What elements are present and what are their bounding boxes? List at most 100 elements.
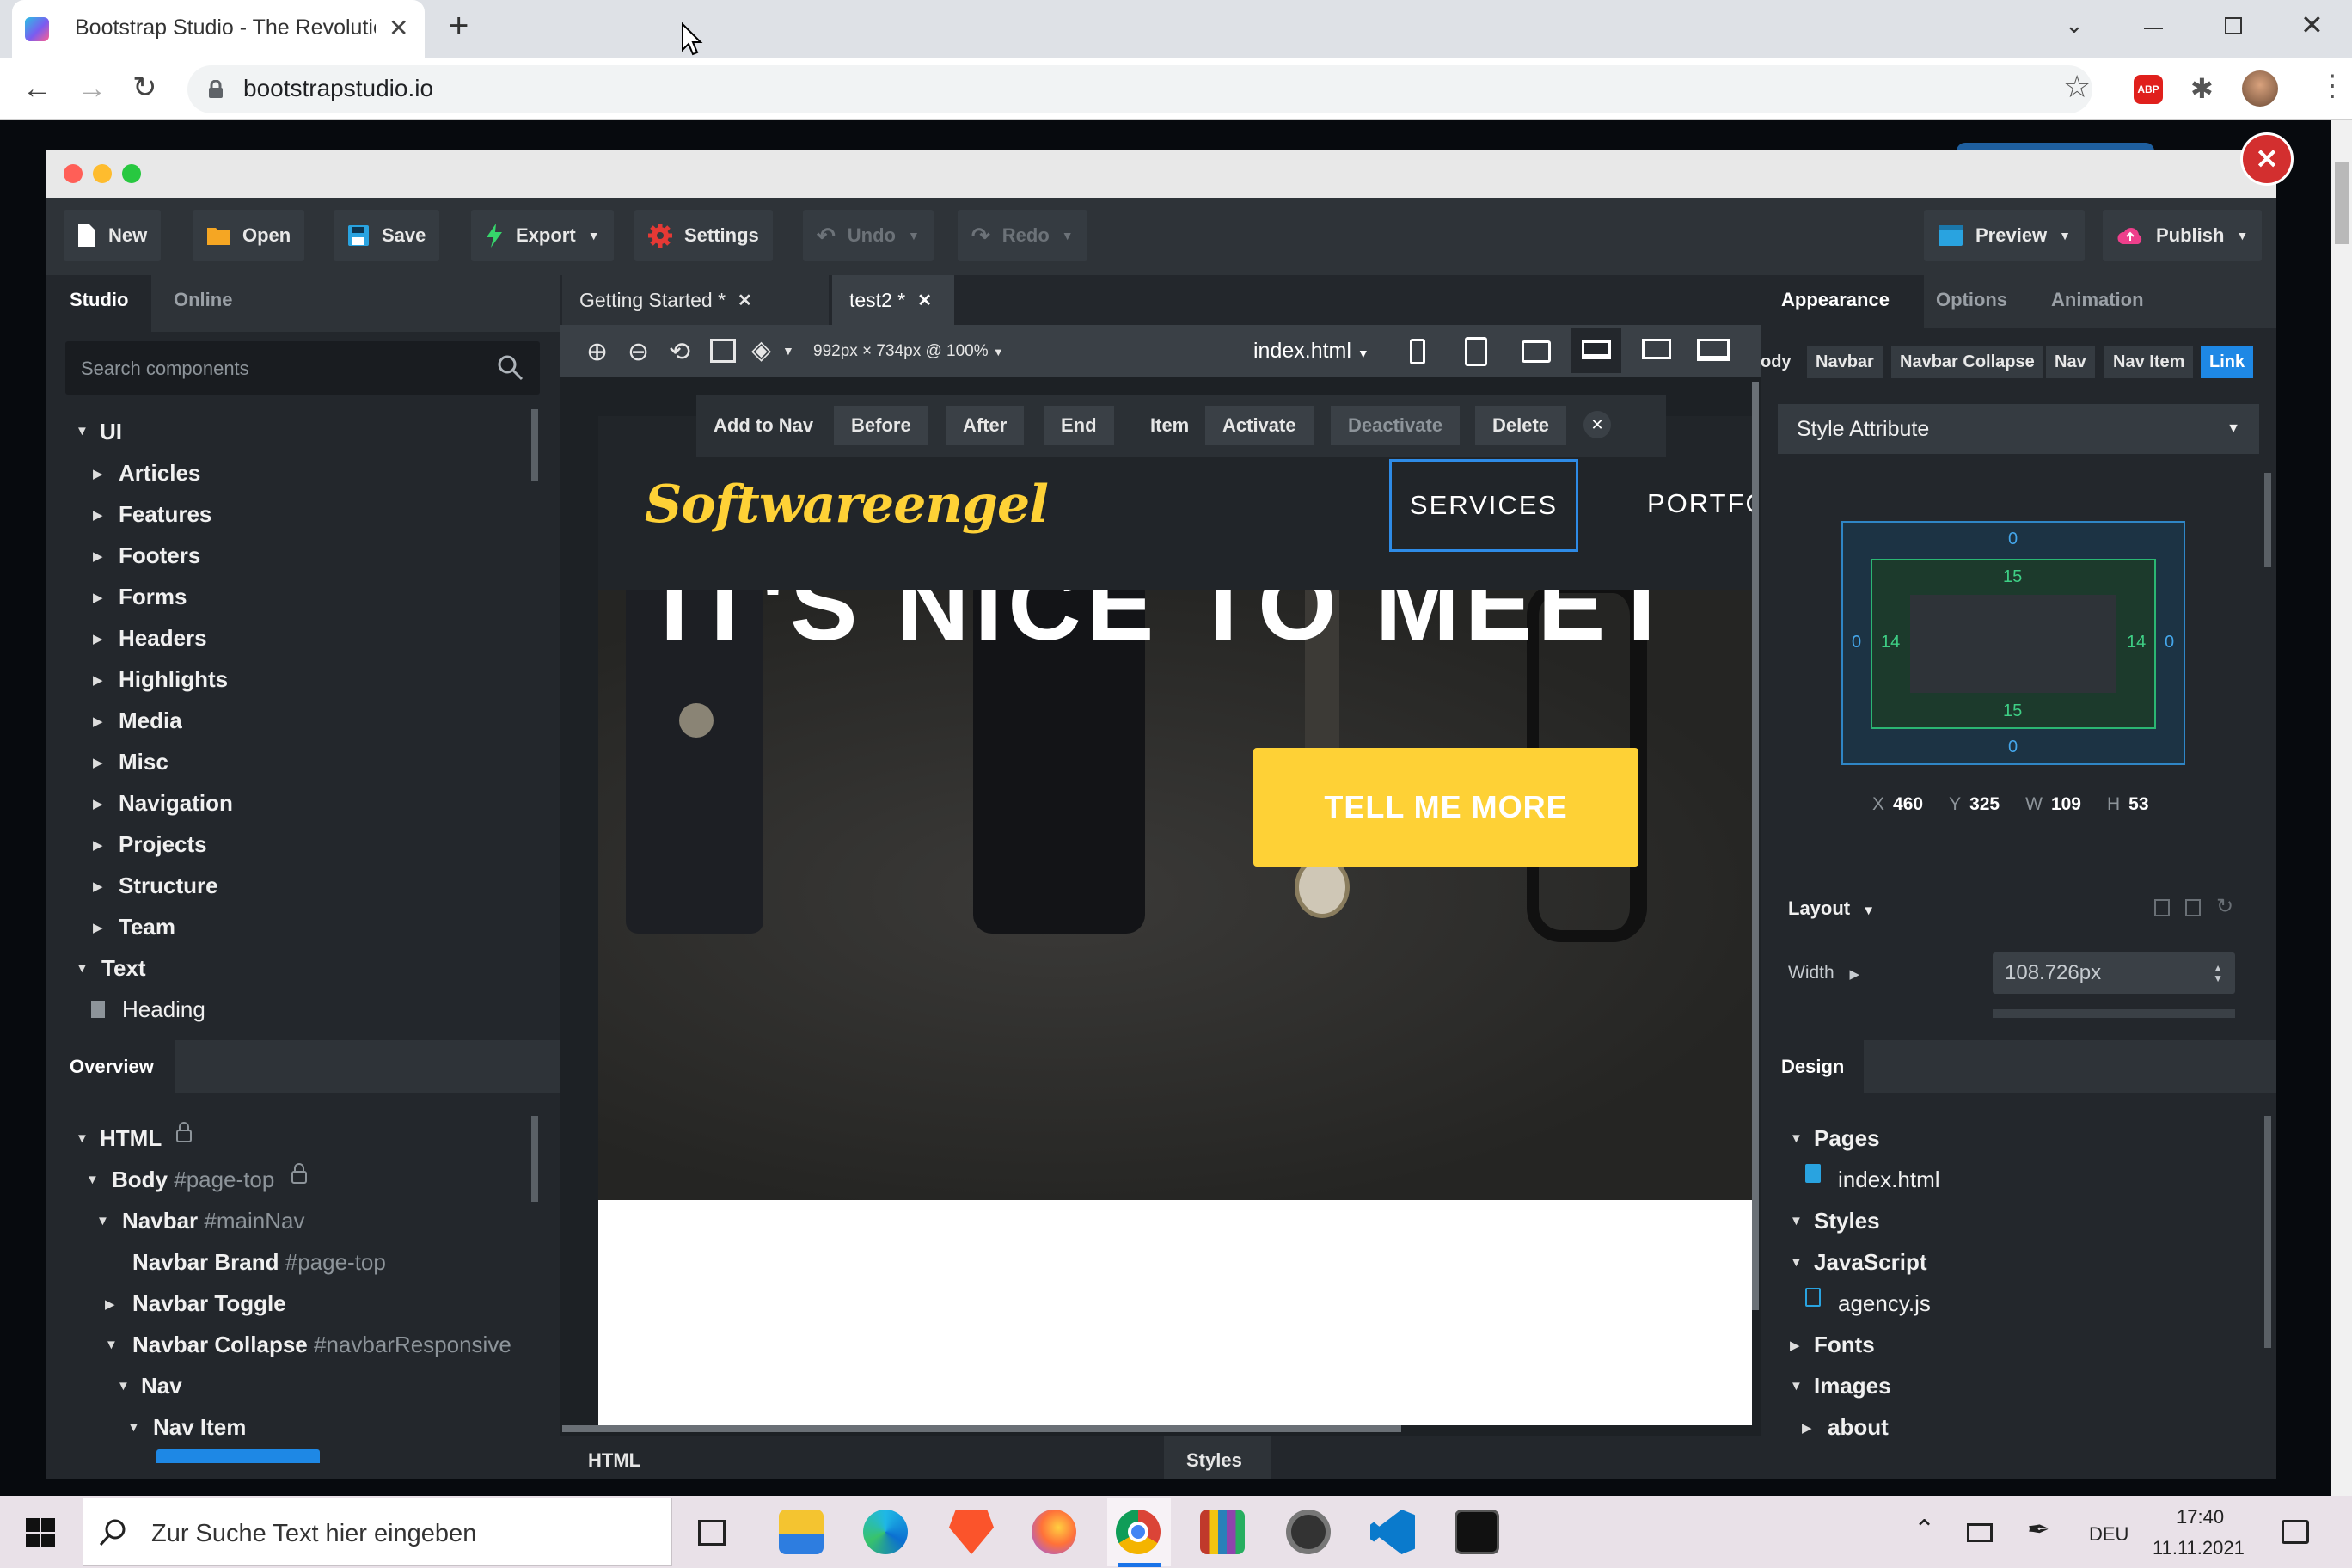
viewport-size[interactable]: 992px × 734px @ 100% ▼ [813,342,1004,361]
caret-down-icon[interactable]: ▼ [117,1379,130,1393]
terminal-icon[interactable] [1455,1510,1499,1554]
clock-time[interactable]: 17:40 [2177,1506,2224,1528]
breadcrumb-navbar[interactable]: Navbar [1807,346,1883,378]
tab-animation[interactable]: Animation [2051,289,2144,311]
tablet-landscape-icon[interactable] [1522,340,1551,363]
publish-button[interactable]: Publish ▼ [2103,210,2263,261]
design-pages[interactable]: Pages [1814,1125,1880,1152]
tab-appearance[interactable]: Appearance [1781,289,1890,311]
windows-start-icon[interactable] [26,1518,55,1547]
zoom-in-icon[interactable]: ⊕ [586,337,608,367]
network-icon[interactable] [1967,1523,1993,1542]
tree-item[interactable]: Navigation [119,790,233,817]
tab-search-icon[interactable]: ⌄ [2065,12,2084,39]
bookmark-star-icon[interactable]: ☆ [2063,69,2091,105]
minimize-dot[interactable] [93,164,112,183]
design-fonts[interactable]: Fonts [1814,1332,1875,1358]
padding-left[interactable]: 14 [1881,633,1900,652]
paste-icon[interactable] [2185,899,2201,916]
restore-window-icon[interactable] [2225,17,2242,34]
caret-right-icon[interactable]: ▶ [1790,1338,1800,1353]
overview-nav-item[interactable]: Nav Item [153,1414,246,1441]
notifications-icon[interactable] [2282,1520,2309,1544]
margin-left[interactable]: 0 [1852,633,1861,652]
canvas-hscroll[interactable] [562,1425,1401,1432]
caret-right-icon[interactable]: ▶ [93,466,103,481]
app-circle-icon[interactable] [1286,1510,1331,1554]
breadcrumb-nav[interactable]: Nav [2046,346,2095,378]
tab-online[interactable]: Online [174,289,232,311]
new-button[interactable]: New [64,210,162,261]
tray-overflow-icon[interactable]: ⌃ [1914,1515,1935,1545]
caret-down-icon[interactable]: ▼ [1790,1379,1803,1393]
breadcrumb-nav-item[interactable]: Nav Item [2104,346,2194,378]
component-heading[interactable]: Heading [122,996,205,1023]
page-scrollbar[interactable] [2331,120,2352,1496]
tree-item[interactable]: Projects [119,831,207,858]
address-bar[interactable] [187,65,2092,113]
close-window-icon[interactable]: ✕ [2300,9,2324,41]
breadcrumb-link[interactable]: Link [2201,346,2254,378]
overview-navbar[interactable]: Navbar #mainNav [122,1208,304,1234]
minimize-window-icon[interactable] [2144,28,2163,29]
activate-button[interactable]: Activate [1205,406,1314,445]
extensions-icon[interactable]: ✱ [2190,72,2214,105]
nav-link-portfolio[interactable]: PORTFOLIO [1647,488,1752,519]
end-button[interactable]: End [1044,406,1114,445]
padding-top[interactable]: 15 [2003,567,2022,587]
width-label[interactable]: Width ▶ [1788,963,1859,983]
tree-item[interactable]: Media [119,707,182,734]
caret-right-icon[interactable]: ▶ [93,672,103,688]
caret-down-icon[interactable]: ▼ [76,1131,89,1146]
close-tab-icon[interactable]: ✕ [738,290,752,311]
page-select[interactable]: index.html ▼ [1253,339,1369,364]
navbar-brand[interactable]: Softwareengel [645,475,1049,535]
style-attribute-select[interactable]: Style Attribute ▼ [1778,404,2259,454]
copy-icon[interactable] [2154,899,2170,916]
export-button[interactable]: Export ▼ [471,210,614,261]
design-agency-js[interactable]: agency.js [1838,1290,1931,1317]
adblock-icon[interactable]: ABP [2134,75,2163,104]
file-explorer-icon[interactable] [779,1510,824,1554]
tab-overview[interactable]: Overview [70,1056,154,1078]
overview-html[interactable]: HTML [100,1125,162,1152]
language-indicator[interactable]: DEU [2089,1523,2128,1546]
design-index-html[interactable]: index.html [1838,1167,1940,1193]
layout-section-header[interactable]: Layout ▼ [1788,897,1875,920]
layers-icon[interactable]: ◈ [751,335,771,365]
phone-icon[interactable] [1410,339,1425,364]
caret-down-icon[interactable]: ▼ [76,961,89,976]
close-dot[interactable] [64,164,83,183]
redo-button[interactable]: ↷ Redo ▼ [958,210,1087,261]
caret-right-icon[interactable]: ▶ [105,1296,115,1312]
design-images[interactable]: Images [1814,1373,1891,1400]
caret-right-icon[interactable]: ▶ [93,879,103,894]
caret-right-icon[interactable]: ▶ [93,714,103,729]
undo-button[interactable]: ↶ Undo ▼ [803,210,934,261]
design-scrollbar[interactable] [2264,1116,2271,1348]
right-scrollbar[interactable] [2264,473,2271,567]
overview-scrollbar[interactable] [531,1116,538,1202]
tree-item[interactable]: Structure [119,873,218,899]
hero-cta-button[interactable]: TELL ME MORE [1253,748,1638,867]
tree-item[interactable]: Headers [119,625,207,652]
overview-selected-link[interactable] [156,1449,320,1463]
search-input[interactable]: Search components [81,358,249,380]
caret-down-icon[interactable]: ▼ [1790,1131,1803,1146]
caret-down-icon[interactable]: ▼ [96,1214,109,1228]
widescreen-icon[interactable] [1697,339,1730,361]
tree-item[interactable]: Team [119,914,175,940]
forward-icon[interactable]: → [77,72,107,106]
firefox-icon[interactable] [1032,1510,1076,1554]
task-view-icon[interactable] [698,1520,726,1546]
delete-button[interactable]: Delete [1475,406,1567,445]
caret-down-icon[interactable]: ▼ [86,1173,99,1187]
overview-navbar-toggle[interactable]: Navbar Toggle [132,1290,286,1317]
stepper-icon[interactable]: ▲ ▼ [2213,963,2223,983]
overview-nav[interactable]: Nav [141,1373,182,1400]
tree-item[interactable]: Articles [119,460,200,487]
tree-item[interactable]: Footers [119,542,200,569]
profile-avatar[interactable] [2242,70,2278,107]
caret-right-icon[interactable]: ▶ [93,507,103,523]
margin-right[interactable]: 0 [2165,633,2174,652]
